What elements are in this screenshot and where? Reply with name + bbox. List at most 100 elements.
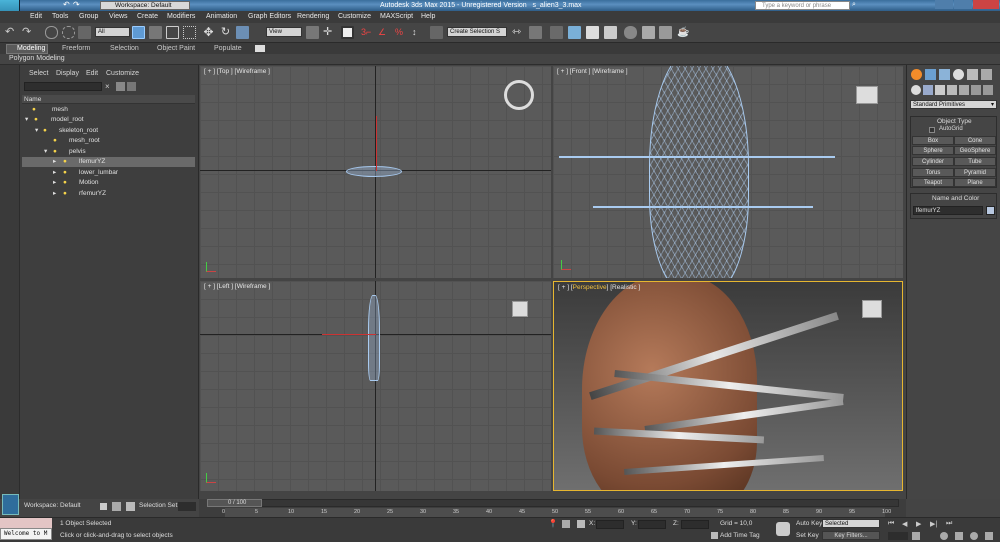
menu-edit[interactable]: Edit xyxy=(30,11,42,23)
listener-mini[interactable] xyxy=(0,518,52,528)
sx-column-header[interactable]: Name xyxy=(22,95,195,104)
render-setup-icon[interactable] xyxy=(642,26,655,39)
sx-tab-customize[interactable]: Customize xyxy=(106,70,139,77)
sx-filter-icon[interactable] xyxy=(116,82,125,91)
menu-create[interactable]: Create xyxy=(137,11,158,23)
prev-frame-icon[interactable]: ◀ xyxy=(902,520,911,529)
autogrid-checkbox[interactable] xyxy=(929,127,935,133)
redo-icon[interactable]: ↷ xyxy=(73,1,82,9)
y-coordinate-field[interactable] xyxy=(638,520,666,529)
lock-icon[interactable]: 📍 xyxy=(548,520,558,528)
align-icon[interactable] xyxy=(529,26,542,39)
auto-key-button[interactable]: Auto Key xyxy=(796,520,822,527)
undo-icon[interactable]: ↶ xyxy=(63,1,72,9)
time-config-icon[interactable] xyxy=(912,532,920,540)
edit-named-sel-icon[interactable] xyxy=(430,26,443,39)
utilities-tab-icon[interactable] xyxy=(981,69,992,80)
isolate-icon[interactable] xyxy=(562,520,570,528)
selection-lock-icon[interactable] xyxy=(577,520,585,528)
snap-3d-icon[interactable]: 3⌐ xyxy=(361,26,374,39)
list-item[interactable]: ▸ ● Motion xyxy=(22,178,195,188)
mirror-icon[interactable]: ⇿ xyxy=(512,26,525,39)
list-item[interactable]: ▸ ● lower_lumbar xyxy=(22,168,195,178)
create-torus-button[interactable]: Torus xyxy=(912,168,954,177)
set-key-icon[interactable] xyxy=(776,522,790,536)
percent-snap-icon[interactable]: % xyxy=(395,26,408,39)
viewcube-icon[interactable] xyxy=(862,300,882,318)
create-sphere-button[interactable]: Sphere xyxy=(912,146,954,155)
next-frame-icon[interactable]: ▶| xyxy=(930,520,939,529)
viewport-label[interactable]: [ + ] [Perspective] [Realistic ] xyxy=(558,284,640,291)
list-item[interactable]: ▾ ● pelvis xyxy=(22,147,195,157)
menu-help[interactable]: Help xyxy=(421,11,435,23)
close-icon[interactable] xyxy=(973,0,999,9)
create-teapot-button[interactable]: Teapot xyxy=(912,178,954,187)
bind-icon[interactable] xyxy=(78,26,91,39)
spacewarps-icon[interactable] xyxy=(971,85,981,95)
sx-options-icon[interactable] xyxy=(127,82,136,91)
selection-set-dropdown[interactable]: Create Selection S xyxy=(447,27,507,37)
layers-icon[interactable] xyxy=(112,502,121,511)
selection-filter-dropdown[interactable]: All xyxy=(95,27,130,37)
menu-graph-editors[interactable]: Graph Editors xyxy=(248,11,291,23)
rendered-frame-icon[interactable] xyxy=(659,26,672,39)
modify-tab-icon[interactable] xyxy=(925,69,936,80)
create-pyramid-button[interactable]: Pyramid xyxy=(954,168,996,177)
selection-set-field[interactable] xyxy=(178,502,196,511)
time-slider[interactable]: 0 / 100 0 5 10 15 20 25 30 35 40 45 50 55 60 65 70 75 80… xyxy=(199,499,906,517)
create-cylinder-button[interactable]: Cylinder xyxy=(912,157,954,166)
viewport-left[interactable]: [ + ] [Left ] [Wireframe ] xyxy=(200,281,551,491)
ribbon-options-icon[interactable] xyxy=(255,45,265,52)
select-object-icon[interactable] xyxy=(132,26,145,39)
play-icon[interactable]: ▶ xyxy=(916,520,925,529)
menu-group[interactable]: Group xyxy=(79,11,98,23)
curve-editor-icon[interactable] xyxy=(586,26,599,39)
search-input[interactable]: Type a keyword or phrase xyxy=(755,1,850,10)
rect-selection-icon[interactable] xyxy=(166,26,179,39)
angle-snap-icon[interactable]: ∠ xyxy=(378,26,391,39)
menu-animation[interactable]: Animation xyxy=(206,11,237,23)
motion-tab-icon[interactable] xyxy=(953,69,964,80)
systems-icon[interactable] xyxy=(983,85,993,95)
status-workspace[interactable]: Workspace: Default xyxy=(24,502,81,509)
tab-selection[interactable]: Selection xyxy=(110,43,139,54)
geometry-icon[interactable] xyxy=(911,85,921,95)
create-cone-button[interactable]: Cone xyxy=(954,136,996,145)
graphite-icon[interactable] xyxy=(568,26,581,39)
sx-search-input[interactable] xyxy=(24,82,102,91)
list-item[interactable]: ▾ ● skeleton_root xyxy=(22,126,195,136)
scale-icon[interactable] xyxy=(236,26,249,39)
sx-clear-icon[interactable]: × xyxy=(105,82,114,91)
move-icon[interactable]: ✥ xyxy=(202,26,215,39)
workspace-dropdown[interactable]: Workspace: Default xyxy=(100,1,190,10)
layer-manager-icon[interactable] xyxy=(550,26,563,39)
unlink-icon[interactable] xyxy=(62,26,75,39)
create-plane-button[interactable]: Plane xyxy=(954,178,996,187)
hierarchy-tab-icon[interactable] xyxy=(939,69,950,80)
keyboard-shortcut-icon[interactable] xyxy=(341,26,354,39)
undo-icon[interactable]: ↶ xyxy=(5,26,18,39)
x-coordinate-field[interactable] xyxy=(596,520,624,529)
list-item[interactable]: ▾ ● model_root xyxy=(22,115,195,125)
scene-explorer-icon[interactable] xyxy=(126,502,135,511)
key-filters-button[interactable]: Key Filters... xyxy=(822,531,880,540)
select-by-name-icon[interactable] xyxy=(149,26,162,39)
viewport-front[interactable]: [ + ] [Front ] [Wireframe ] xyxy=(553,66,903,278)
pan-icon[interactable] xyxy=(955,532,963,540)
set-key-button[interactable]: Set Key xyxy=(796,532,819,539)
minimize-icon[interactable] xyxy=(935,0,953,9)
viewport-top[interactable]: [ + ] [Top ] [Wireframe ] xyxy=(200,66,551,278)
render-icon[interactable]: ☕ xyxy=(677,26,690,39)
selected-dropdown[interactable]: Selected xyxy=(822,519,880,528)
list-item[interactable]: ▸ ● rfemurYZ xyxy=(22,189,195,199)
maximize-viewport-icon[interactable] xyxy=(985,532,993,540)
create-box-button[interactable]: Box xyxy=(912,136,954,145)
create-tab-icon[interactable] xyxy=(911,69,922,80)
viewport-label[interactable]: [ + ] [Left ] [Wireframe ] xyxy=(204,283,270,290)
viewport-perspective[interactable]: [ + ] [Perspective] [Realistic ] xyxy=(553,281,903,491)
primitives-dropdown[interactable]: Standard Primitives ▾ xyxy=(910,100,997,109)
zoom-icon[interactable] xyxy=(940,532,948,540)
viewcube-icon[interactable] xyxy=(512,301,528,317)
orbit-icon[interactable] xyxy=(970,532,978,540)
link-icon[interactable] xyxy=(45,26,58,39)
